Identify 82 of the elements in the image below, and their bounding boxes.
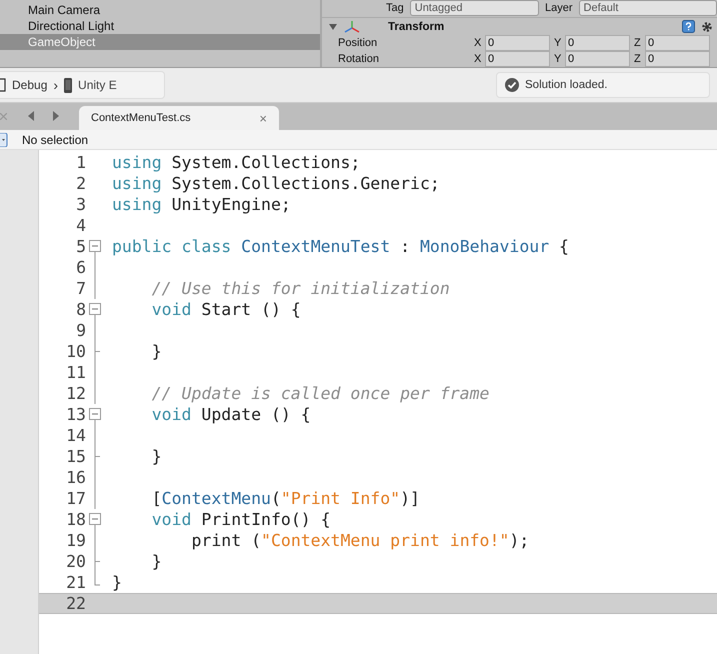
configuration-label: Debug [12,78,48,92]
tag-label: Tag [386,2,404,14]
code-line: void PrintInfo() { [150,510,331,529]
code-line: // Use this for initialization [150,279,450,298]
number-field[interactable]: 0 [565,35,630,51]
line-number: 8 [75,300,86,319]
tab-close-button[interactable]: × [259,110,267,126]
axis-label: X [474,53,482,65]
line-number: 17 [65,489,86,508]
line-number: 21 [65,573,86,592]
help-icon[interactable] [682,20,695,33]
line-number: 10 [65,342,86,361]
layer-dropdown[interactable]: Default [578,0,717,16]
status-text: Solution loaded. [525,79,608,91]
axis-label: X [474,37,482,49]
line-number: 22 [65,594,86,613]
forward-arrow-icon[interactable] [52,111,60,121]
frame-icon [0,78,6,92]
code-line: public class ContextMenuTest : MonoBehaviour { [112,237,569,256]
line-number: 11 [65,363,86,382]
check-icon [505,78,519,92]
back-arrow-icon[interactable] [27,111,35,121]
dropdown-icon[interactable] [0,132,8,146]
code-line: } [150,552,162,571]
tag-dropdown[interactable]: Untagged [410,0,540,16]
line-number: 13 [65,405,86,424]
number-field[interactable]: 0 [645,35,710,51]
number-field[interactable]: 0 [485,51,550,67]
phone-icon [64,78,72,92]
fold-end-marker [94,341,101,362]
number-field[interactable]: 0 [565,51,630,67]
file-tab[interactable]: ContextMenuTest.cs × [79,106,279,130]
axes-icon [344,20,360,34]
fold-line [94,320,96,341]
fold-line [94,530,96,551]
line-number: 19 [65,531,86,550]
code-line: using System.Collections.Generic; [112,174,440,193]
property-label: Position [338,37,378,49]
axis-label: Z [634,37,642,49]
code-line: using System.Collections; [112,153,360,172]
property-label: Rotation [338,53,380,65]
code-line: } [150,447,162,466]
line-number: 4 [75,216,86,235]
run-configuration-selector[interactable]: Debug › Unity E [0,71,165,99]
settings-icon[interactable] [701,20,713,32]
line-number: 5 [75,237,86,256]
hierarchy-item[interactable]: Main Camera [0,2,320,18]
code-line: [ContextMenu("Print Info")] [150,489,420,508]
line-number: 3 [75,195,86,214]
axis-label: Y [554,37,562,49]
line-number: 12 [65,384,86,403]
hierarchy-item[interactable]: Directional Light [0,18,320,34]
number-field[interactable]: 0 [645,51,710,67]
code-line: print ("ContextMenu print info!"); [190,531,530,550]
target-label: Unity E [78,78,117,92]
code-line: void Start () { [150,300,301,319]
code-line: } [150,342,162,361]
line-number: 7 [75,279,86,298]
line-number: 16 [65,468,86,487]
fold-line [94,425,96,446]
line-number: 9 [75,321,86,340]
line-number: 15 [65,447,86,466]
axis-label: Y [554,53,562,65]
line-number: 6 [75,258,86,277]
code-line: void Update () { [150,405,311,424]
axis-label: Z [634,53,642,65]
line-number: 20 [65,552,86,571]
expand-triangle-icon[interactable] [328,22,338,30]
code-line: using UnityEngine; [112,195,291,214]
layer-label: Layer [545,2,573,14]
line-number: 14 [65,426,86,445]
code-line: // Update is called once per frame [150,384,490,403]
component-title: Transform [388,20,444,32]
line-number: 18 [65,510,86,529]
line-number: 2 [75,174,86,193]
number-field[interactable]: 0 [485,35,550,51]
separator-chevron: › [53,77,58,93]
line-number: 1 [75,153,86,172]
breadcrumb-text: No selection [22,132,88,146]
tab-label: ContextMenuTest.cs [91,112,191,124]
code-line: } [112,573,122,592]
fold-end-marker [94,446,101,467]
